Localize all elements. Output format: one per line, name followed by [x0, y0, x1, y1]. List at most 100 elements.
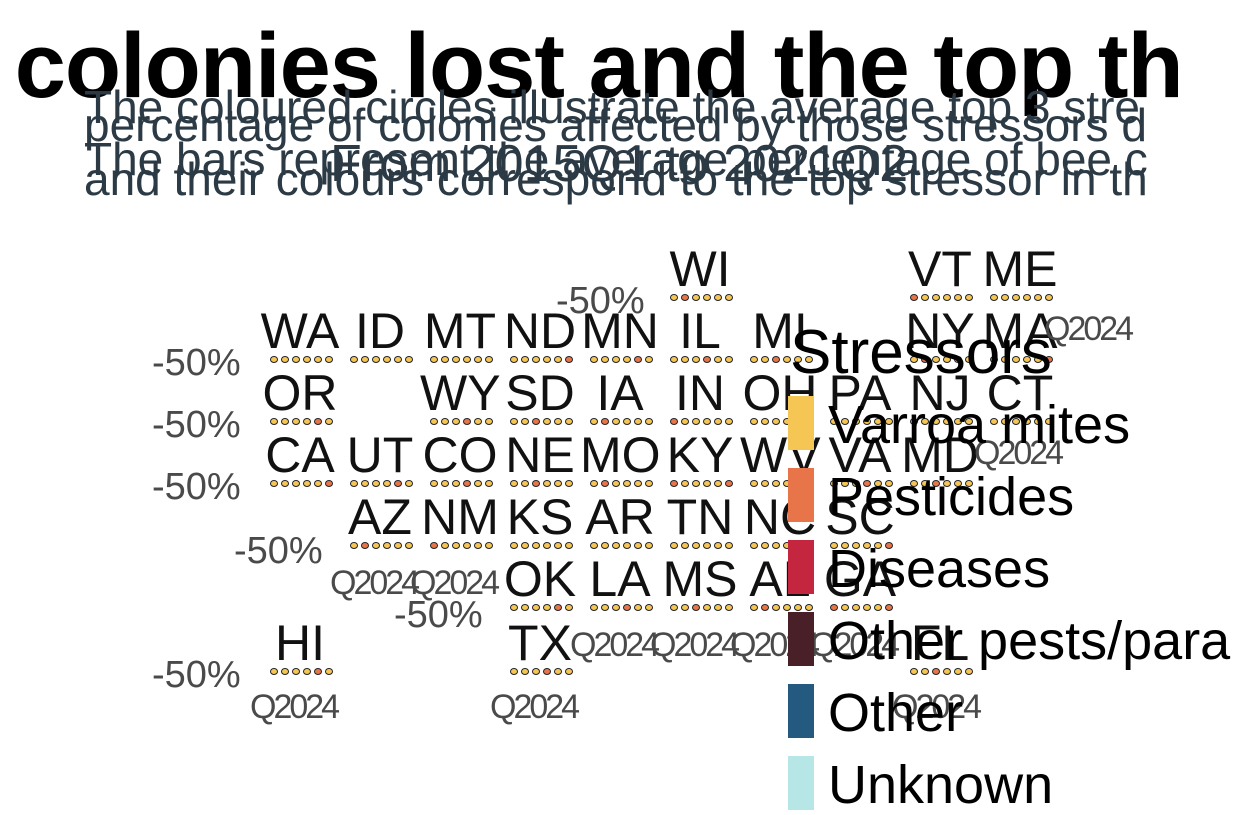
stressor-dot [612, 542, 620, 549]
x-tick-label: Q2024 [570, 626, 660, 664]
stressor-dot [510, 356, 518, 363]
stressor-dots [670, 294, 733, 302]
stressor-dot [645, 356, 653, 363]
stressor-dot [761, 356, 769, 363]
stressor-dot [634, 480, 642, 487]
stressor-dot [612, 418, 620, 425]
x-tick-label: Q2024 [1044, 310, 1134, 348]
state-label: ID [355, 303, 405, 359]
stressor-dot [841, 604, 849, 611]
stressor-dot [452, 356, 460, 363]
stressor-dot [910, 294, 918, 301]
stressor-dot [485, 480, 493, 487]
stressor-dot [681, 542, 689, 549]
stressor-dot [750, 418, 758, 425]
legend-key [788, 396, 814, 450]
stressor-dots [270, 480, 333, 488]
stressor-dot [532, 668, 540, 675]
stressor-dot [645, 604, 653, 611]
state-label: WI [669, 241, 731, 297]
stressor-dot [1045, 294, 1053, 301]
legend-key [788, 468, 814, 522]
stressor-dot [325, 418, 333, 425]
y-tick-label: -50% [152, 404, 241, 446]
stressor-dot [521, 418, 529, 425]
stressor-dot [270, 668, 278, 675]
state-label: UT [346, 427, 414, 483]
stressor-dot [394, 480, 402, 487]
state-label: MS [662, 551, 738, 607]
x-tick-label: Q2024 [250, 688, 340, 726]
stressor-dot [430, 418, 438, 425]
legend-title: Stressors [790, 318, 1052, 387]
stressor-dot [543, 542, 551, 549]
y-tick-label: -50% [556, 280, 645, 322]
stressor-dot [932, 294, 940, 301]
stressor-dot [692, 356, 700, 363]
state-label: AZ [348, 489, 412, 545]
stressor-dot [714, 604, 722, 611]
state-label: NE [505, 427, 575, 483]
state-label: WA [260, 303, 340, 359]
stressor-dot [954, 294, 962, 301]
stressor-dot [441, 356, 449, 363]
stressor-dot [645, 542, 653, 549]
stressor-dot [452, 480, 460, 487]
stressor-dot [692, 294, 700, 301]
state-label: AR [585, 489, 655, 545]
stressor-dot [292, 356, 300, 363]
stressor-dot [761, 480, 769, 487]
stressor-dot [441, 542, 449, 549]
stressor-dot [292, 668, 300, 675]
stressor-dot [565, 480, 573, 487]
stressor-dot [725, 542, 733, 549]
stressor-dot [703, 480, 711, 487]
state-label: NM [421, 489, 499, 545]
stressor-dot [772, 542, 780, 549]
y-tick-label: -50% [234, 530, 323, 572]
period-label: From 2015Q1 to 2021Q2 [330, 135, 909, 193]
y-tick-label: -50% [152, 654, 241, 696]
stressor-dot [692, 542, 700, 549]
state-label: TN [666, 489, 734, 545]
stressor-dot [634, 356, 642, 363]
stressor-dot [485, 356, 493, 363]
stressor-dots [430, 542, 493, 550]
state-label: OK [503, 551, 577, 607]
stressor-dot [474, 480, 482, 487]
stressor-dot [350, 542, 358, 549]
stressor-dots [270, 418, 333, 426]
stressor-dot [292, 480, 300, 487]
stressor-dot [452, 418, 460, 425]
stressor-dots [430, 418, 493, 426]
stressor-dot [554, 356, 562, 363]
stressor-dots [510, 480, 573, 488]
stressor-dot [772, 604, 780, 611]
stressor-dot [405, 542, 413, 549]
stressor-dot [554, 480, 562, 487]
stressor-dots [270, 356, 333, 364]
stressor-dot [772, 356, 780, 363]
stressor-dot [372, 542, 380, 549]
stressor-dot [292, 418, 300, 425]
stressor-dot [783, 604, 791, 611]
stressor-dot [612, 480, 620, 487]
stressor-dot [372, 356, 380, 363]
stressor-dot [350, 356, 358, 363]
stressor-dot [761, 418, 769, 425]
stressor-dot [703, 356, 711, 363]
stressor-dot [601, 604, 609, 611]
legend-label: Other [828, 683, 964, 743]
state-label: IL [679, 303, 721, 359]
stressor-dot [565, 542, 573, 549]
stressor-dot [430, 480, 438, 487]
stressor-dot [314, 418, 322, 425]
state-label: MO [580, 427, 661, 483]
stressor-dot [703, 604, 711, 611]
stressor-dot [532, 542, 540, 549]
stressor-dot [681, 480, 689, 487]
stressor-dots [670, 542, 733, 550]
stressor-dot [670, 418, 678, 425]
stressor-dot [270, 480, 278, 487]
stressor-dot [590, 418, 598, 425]
